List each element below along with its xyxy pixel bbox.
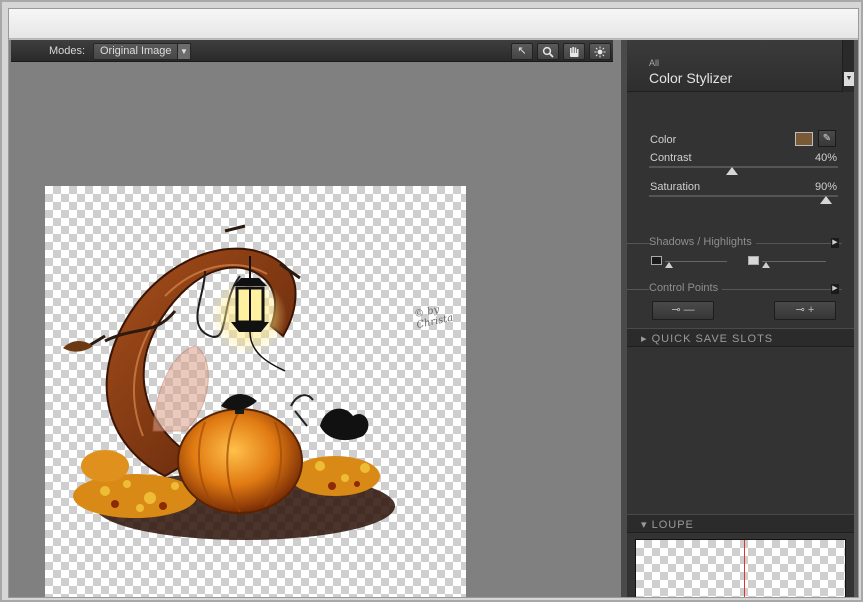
- saturation-slider-thumb[interactable]: [820, 196, 832, 204]
- chevron-down-icon: ▼: [177, 43, 191, 60]
- contrast-slider-track[interactable]: [649, 166, 838, 168]
- eyedropper-button[interactable]: ✎: [818, 130, 836, 147]
- top-toolbar: [9, 9, 858, 39]
- modes-dropdown[interactable]: Original Image ▼: [93, 43, 191, 60]
- image-canvas[interactable]: © by Christa: [45, 186, 466, 597]
- pointer-icon: ↖: [517, 45, 527, 57]
- quick-save-text: QUICK SAVE SLOTS: [651, 333, 774, 345]
- shadows-highlights-label: Shadows / Highlights: [649, 236, 756, 248]
- loupe-preview: [635, 539, 846, 597]
- modes-selected-value: Original Image: [100, 45, 172, 57]
- scroll-down-icon[interactable]: ▼: [844, 72, 854, 86]
- modes-label: Modes:: [49, 45, 86, 57]
- shadow-swatch[interactable]: [651, 256, 662, 265]
- remove-control-point-button[interactable]: ⊸ —: [652, 301, 714, 320]
- contrast-value: 40%: [814, 152, 837, 164]
- saturation-value: 90%: [814, 181, 837, 193]
- panel-rail: [854, 40, 858, 597]
- hand-tool-button[interactable]: [563, 43, 585, 60]
- shadows-highlights-header[interactable]: Shadows / Highlights ▶: [627, 236, 842, 250]
- filter-category: All: [649, 58, 660, 68]
- zoom-tool-button[interactable]: [537, 43, 559, 60]
- quick-save-label: ▸ QUICK SAVE SLOTS: [641, 332, 773, 345]
- add-control-point-button[interactable]: ⊸ +: [774, 301, 836, 320]
- preview-area: Modes: Original Image ▼ ↖ © by Christa: [9, 40, 627, 597]
- expand-arrow-icon[interactable]: ▶: [831, 284, 839, 294]
- filter-header: All Color Stylizer: [627, 40, 842, 92]
- color-swatch[interactable]: [795, 132, 813, 146]
- shadow-slider-thumb[interactable]: [665, 262, 673, 268]
- light-icon: [594, 46, 606, 58]
- highlight-slider-thumb[interactable]: [762, 262, 770, 268]
- filter-title: Color Stylizer: [649, 70, 733, 86]
- control-points-header[interactable]: Control Points ▶: [627, 282, 842, 296]
- filter-panel: All Color Stylizer ▼ Color ✎ Contrast 40…: [627, 40, 854, 597]
- contrast-slider-thumb[interactable]: [726, 167, 738, 175]
- shadow-slider-track[interactable]: [665, 261, 727, 262]
- highlight-swatch[interactable]: [748, 256, 759, 265]
- application-window: Modes: Original Image ▼ ↖ © by Christa A…: [8, 8, 859, 598]
- saturation-label: Saturation: [650, 181, 701, 193]
- autumn-pumpkin-artwork: [63, 224, 395, 540]
- pointer-tool-button[interactable]: ↖: [511, 43, 533, 60]
- loupe-text: LOUPE: [651, 519, 694, 531]
- window-frame: Modes: Original Image ▼ ↖ © by Christa A…: [0, 0, 863, 602]
- saturation-slider-track[interactable]: [649, 195, 838, 197]
- color-label: Color: [650, 134, 677, 146]
- loupe-header[interactable]: ▾ LOUPE: [627, 514, 854, 533]
- expand-arrow-icon[interactable]: ▶: [831, 238, 839, 248]
- modes-bar: Modes: Original Image ▼ ↖: [11, 40, 613, 62]
- light-tool-button[interactable]: [589, 43, 611, 60]
- expand-arrow-icon: ▸: [641, 333, 652, 345]
- collapse-arrow-icon: ▾: [641, 519, 652, 531]
- zoom-icon: [542, 46, 554, 58]
- hand-icon: [570, 47, 579, 57]
- highlight-slider-track[interactable]: [762, 261, 826, 262]
- contrast-label: Contrast: [650, 152, 692, 164]
- loupe-label: ▾ LOUPE: [641, 518, 694, 531]
- loupe-crosshair: [744, 540, 745, 597]
- eyedropper-icon: ✎: [822, 133, 832, 144]
- control-points-label: Control Points: [649, 282, 723, 294]
- header-scrollbar[interactable]: ▼: [842, 40, 854, 92]
- control-point-minus-icon: ⊸ —: [671, 304, 695, 316]
- control-point-plus-icon: ⊸ +: [795, 304, 815, 316]
- quick-save-slots-header[interactable]: ▸ QUICK SAVE SLOTS: [627, 328, 854, 347]
